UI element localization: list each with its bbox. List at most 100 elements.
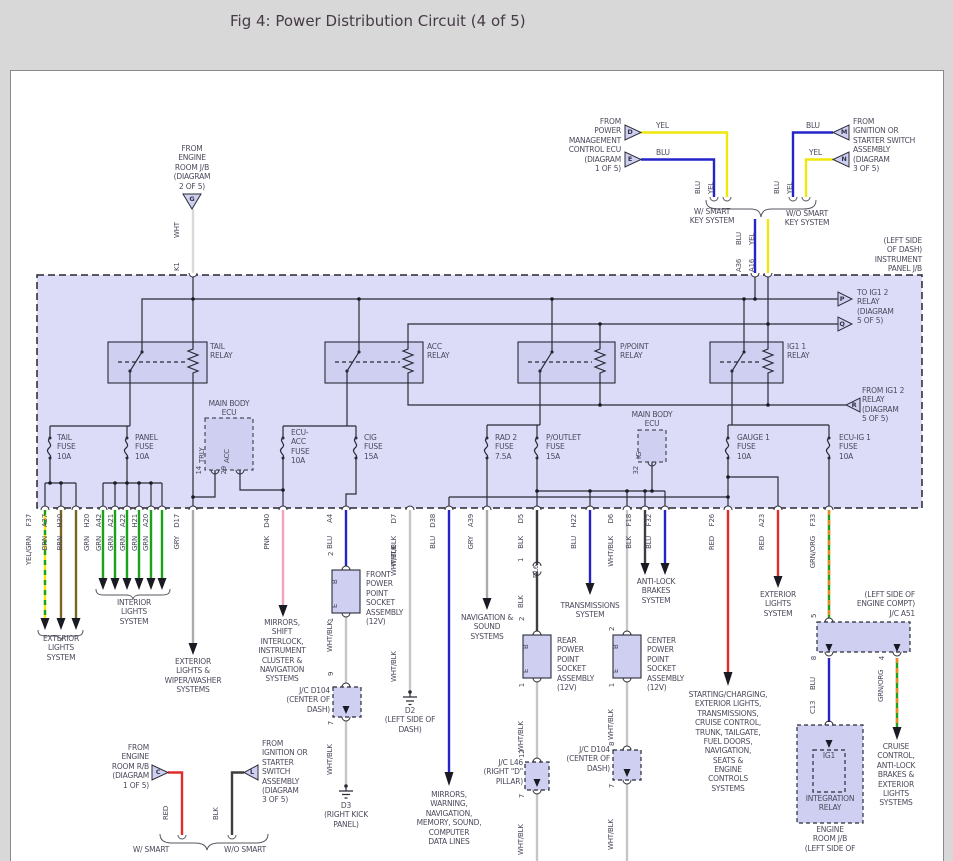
pin-2-center: 2 [607,627,617,631]
pin-b-rear: B [521,644,531,649]
wire-label-yel-2: YEL [785,182,795,194]
wire-label-blu-e: BLU [656,148,670,157]
pin-b-front: B [330,579,340,584]
color-a23: RED [757,536,767,596]
ref-from-ig12-relay: FROM IG1 2 RELAY (DIAGRAM 5 OF 5) [862,386,904,424]
engine-room-jb-label: ENGINE ROOM J/B (LEFT SIDE OF [805,825,855,853]
rear-pps-label: REAR POWER POINT SOCKET ASSEMBLY (12V) [557,636,594,692]
color-h20: GRN [82,536,92,596]
color-h21: GRN [130,536,140,596]
panel-fuse-label: PANEL FUSE 10A [135,433,158,461]
triangle-r-letter: R [852,401,857,409]
without-smart-key-label: W/O SMART KEY SYSTEM [785,209,830,228]
tail-fuse-label: TAIL FUSE 10A [57,433,76,461]
main-body-ecu-label-2: MAIN BODY ECU [632,410,673,429]
instrument-panel-jb-box [37,275,922,508]
pin-12-l46: 12 [517,749,527,758]
pin-acc: ACC [222,449,232,463]
center-pps-label: CENTER POWER POINT SOCKET ASSEMBLY (12V) [647,636,684,692]
triangle-e-letter: E [628,155,632,163]
without-smart-key-bottom: W/O SMART [224,845,266,854]
pin-trly: TRLY [197,447,207,463]
wire-label-yel-n: YEL [809,148,822,157]
color-a22: GRN [118,536,128,596]
cig-fuse-label: CIG FUSE 15A [364,433,383,461]
pin-ig: IG [634,452,644,459]
triangle-l-letter: L [250,768,254,776]
color-d6: WHT/BLK [606,536,616,596]
ground-d3-label: D3 (RIGHT KICK PANEL) [324,801,368,829]
wire-label-blu-3: BLU [734,232,744,245]
integration-relay-label: INTEGRATION RELAY [806,794,855,813]
wire-label-red-c: RED [161,806,171,820]
pin-1-center: 1 [607,683,617,743]
source-ignition-switch-bottom: FROM IGNITION OR STARTER SWITCH ASSEMBLY… [262,739,307,805]
pin-2-rear: 2 [517,617,527,621]
source-power-mgmt-ecu: FROM POWER MANAGEMENT CONTROL ECU (DIAGR… [569,117,621,173]
pin-e-rear: E [521,669,531,673]
acc-relay-label: ACC RELAY [427,342,449,361]
color-a20: GRN [141,536,151,596]
triangle-p-letter: P [840,295,845,303]
connector-dl6: DL6 [531,565,541,578]
system-exterior-lights-1: EXTERIOR LIGHTS SYSTEM [43,634,79,662]
rad2-fuse-label: RAD 2 FUSE 7.5A [495,433,517,461]
pin-5-a51: 5 [809,614,819,618]
color-d17: GRY [172,536,182,596]
pin-9-d104a: 9 [326,672,336,676]
pin-1-rear: 1 [517,683,527,743]
source-engine-room-rb: FROM ENGINE ROOM R/B (DIAGRAM 1 OF 5) [112,743,149,790]
system-abs: ANTI-LOCK BRAKES SYSTEM [637,577,675,605]
system-nav-sound: NAVIGATION & SOUND SYSTEMS [461,613,513,641]
pin-29: 29 [219,466,229,526]
pin-1-front: 1 [326,618,336,678]
wire-label-blu-1: BLU [693,181,703,194]
color-f26: RED [707,536,717,596]
pin-a16: A16 [747,259,757,272]
system-transmissions: TRANSMISSIONS SYSTEM [560,601,619,620]
pin-k1: K1 [172,262,182,271]
main-body-ecu-label-1: MAIN BODY ECU [209,399,250,418]
system-exterior-lights-2: EXTERIOR LIGHTS SYSTEM [760,590,796,618]
color-a21: GRN [106,536,116,596]
triangle-n-letter: N [841,155,846,163]
system-interior-lights: INTERIOR LIGHTS SYSTEM [117,598,151,626]
jc-d104a-box [333,687,361,717]
pin-b-center: B [611,644,621,649]
ig1-label: IG1 [823,751,835,760]
system-starting-charging: STARTING/CHARGING, EXTERIOR LIGHTS, TRAN… [689,690,768,793]
pin-e-front: E [330,604,340,608]
diagram-page: Fig 4: Power Distribution Circuit (4 of … [0,0,953,861]
source-ignition-switch-top: FROM IGNITION OR STARTER SWITCH ASSEMBLY… [853,117,915,173]
jc-d104b-label: J/C D104 (CENTER OF DASH) [566,745,610,773]
pin-7-d104a: 7 [326,721,336,781]
color-f33: GRN/ORG [808,536,818,596]
with-smart-key-label: W/ SMART KEY SYSTEM [690,207,735,226]
color-f37: YEL/GRN [24,536,34,596]
pin-e-center: E [611,669,621,673]
wire-label-blu-m: BLU [806,121,820,130]
wire-label-blk-l: BLK [211,807,221,820]
triangle-q-letter: Q [839,320,844,328]
gauge1-fuse-label: GAUGE 1 FUSE 10A [737,433,770,461]
triangle-c-letter: C [156,768,161,776]
pin-2-front: 2 [326,552,336,556]
pin-a36: A36 [734,259,744,272]
triangle-m-letter: M [841,128,847,136]
color-a42: GRN [94,536,104,596]
pin-14: 14 [194,466,204,526]
system-mirrors-shift: MIRRORS, SHIFT INTERLOCK, INSTRUMENT CLU… [258,618,305,684]
pin-7-l46: 7 [517,794,527,854]
color-h22: BLU [569,536,579,596]
pin-4-a51: 4 [877,656,887,716]
color-d40: PNK [262,536,272,596]
color-a39: GRY [466,536,476,596]
wire-label-blu-2: BLU [772,181,782,194]
color-a37: BRN [40,536,50,596]
ecu-ig1-fuse-label: ECU-IG 1 FUSE 10A [839,433,871,461]
ppoint-relay-label: P/POINT RELAY [620,342,648,361]
ground-d2-label: D2 (LEFT SIDE OF DASH) [385,706,435,734]
pin-1-dl6: 1 [516,558,526,562]
front-pps-label: FRONT POWER POINT SOCKET ASSEMBLY (12V) [366,570,403,626]
color-f18: BLK [624,536,634,596]
